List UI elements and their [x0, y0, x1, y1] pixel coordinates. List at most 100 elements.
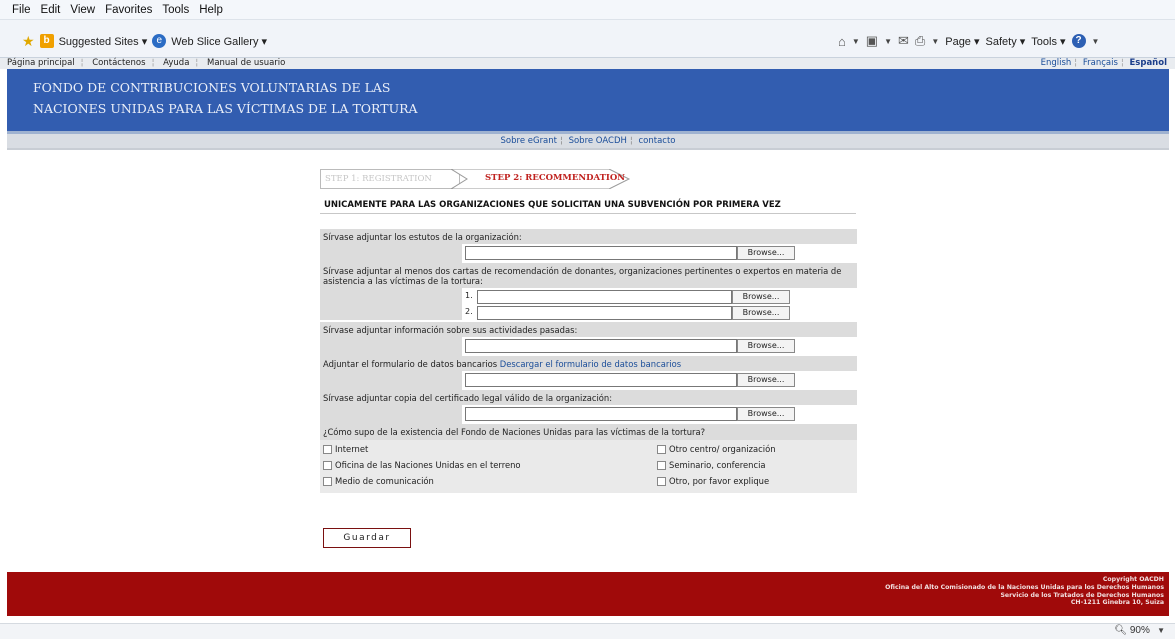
menu-help[interactable]: Help	[199, 4, 223, 16]
footer-copyright: Copyright OACDH	[1102, 576, 1164, 583]
menu-tools[interactable]: Tools	[162, 4, 189, 16]
option-media[interactable]: Medio de comunicación	[323, 476, 434, 486]
certificate-row: Browse...	[320, 405, 857, 424]
other-checkbox[interactable]	[657, 476, 666, 486]
zoom-icon: 🔍︎	[1114, 625, 1128, 636]
option-internet[interactable]: Internet	[323, 444, 368, 454]
lang-spanish-link[interactable]: Español	[1130, 58, 1168, 68]
help-icon[interactable]: ?	[1071, 34, 1086, 48]
seminar-checkbox[interactable]	[657, 460, 666, 470]
option-seminar[interactable]: Seminario, conferencia	[657, 460, 766, 470]
option-other[interactable]: Otro, por favor explique	[657, 476, 769, 486]
print-icon[interactable]: ⎙	[915, 33, 925, 49]
safety-menu-button[interactable]: Safety ▾	[986, 35, 1026, 48]
menu-file[interactable]: File	[12, 4, 31, 16]
help-dropdown-icon[interactable]: ▼	[1092, 37, 1100, 46]
nav-home-link[interactable]: Página principal	[7, 58, 75, 68]
mail-icon[interactable]: ✉	[898, 33, 909, 49]
ie-icon: e	[152, 34, 167, 48]
lang-english-link[interactable]: English	[1041, 58, 1072, 68]
print-dropdown-icon[interactable]: ▼	[931, 37, 939, 46]
other-center-checkbox[interactable]	[657, 444, 666, 454]
letter1-number: 1.	[465, 291, 473, 300]
bank-label-text: Adjuntar el formulario de datos bancario…	[323, 359, 498, 369]
un-office-label: Oficina de las Naciones Unidas en el ter…	[335, 460, 521, 470]
top-navigation: Página principal ¦ Contáctenos ¦ Ayuda ¦ Ma…	[0, 58, 1175, 69]
heading-divider	[320, 213, 856, 214]
nav-help-link[interactable]: Ayuda	[163, 58, 189, 68]
step-recommendation: STEP 2: RECOMMENDATION	[449, 168, 631, 192]
lang-french-link[interactable]: Français	[1083, 58, 1118, 68]
links-divider	[7, 148, 1169, 150]
bank-label: Adjuntar el formulario de datos bancario…	[320, 356, 857, 371]
option-un-office[interactable]: Oficina de las Naciones Unidas en el ter…	[323, 460, 521, 470]
statutes-file-input[interactable]	[465, 246, 737, 260]
certificate-browse-button[interactable]: Browse...	[737, 407, 795, 421]
tools-menu-button[interactable]: Tools ▾	[1031, 35, 1065, 48]
contact-link[interactable]: contacto	[638, 136, 675, 146]
zoom-dropdown-icon[interactable]: ▼	[1153, 626, 1165, 635]
nav-contact-link[interactable]: Contáctenos	[92, 58, 145, 68]
activities-file-input[interactable]	[465, 339, 737, 353]
menu-favorites[interactable]: Favorites	[105, 4, 152, 16]
internet-label: Internet	[335, 444, 369, 454]
about-oacdh-link[interactable]: Sobre OACDH	[569, 136, 627, 146]
bing-icon: b	[39, 34, 54, 48]
feeds-icon[interactable]: ▣	[866, 33, 878, 49]
certificate-file-input[interactable]	[465, 407, 737, 421]
source-options: Internet Oficina de las Naciones Unidas …	[320, 440, 857, 493]
zoom-level: 90%	[1129, 625, 1150, 636]
seminar-label: Seminario, conferencia	[669, 460, 766, 470]
page-heading: UNICAMENTE PARA LAS ORGANIZACIONES QUE S…	[324, 200, 781, 210]
feeds-dropdown-icon[interactable]: ▼	[884, 37, 892, 46]
statutes-row: Browse...	[320, 244, 857, 263]
footer-service: Servicio de los Tratados de Derechos Hum…	[1000, 591, 1164, 599]
other-label: Otro, por favor explique	[669, 476, 770, 486]
letter2-browse-button[interactable]: Browse...	[732, 306, 790, 320]
step-registration[interactable]: STEP 1: REGISTRATION	[320, 169, 460, 189]
bank-file-input[interactable]	[465, 373, 737, 387]
banner-title-line2: NACIONES UNIDAS PARA LAS VÍCTIMAS DE LA …	[33, 101, 418, 116]
letter1-file-input[interactable]	[477, 290, 732, 304]
internet-checkbox[interactable]	[323, 444, 332, 454]
upload-form: Sírvase adjuntar los estutos de la organ…	[320, 229, 857, 493]
home-icon[interactable]: ⌂	[838, 34, 846, 49]
web-slice-gallery-button[interactable]: Web Slice Gallery ▾	[171, 35, 267, 48]
media-checkbox[interactable]	[323, 476, 332, 486]
statutes-label: Sírvase adjuntar los estutos de la organ…	[320, 229, 857, 244]
menu-view[interactable]: View	[70, 4, 95, 16]
statutes-browse-button[interactable]: Browse...	[737, 246, 795, 260]
footer-office: Oficina del Alto Comisionado de la Nacio…	[885, 583, 1164, 591]
save-button[interactable]: Guardar	[323, 528, 411, 548]
letter2-row: 2. Browse...	[320, 304, 857, 320]
source-question: ¿Cómo supo de la existencia del Fondo de…	[320, 424, 857, 440]
menu-edit[interactable]: Edit	[41, 4, 61, 16]
zoom-control[interactable]: 🔍︎ 90% ▼	[1114, 625, 1165, 636]
bank-form-download-link[interactable]: Descargar el formulario de datos bancari…	[500, 359, 681, 369]
suggested-sites-button[interactable]: Suggested Sites ▾	[59, 35, 148, 48]
footer-address: CH-1211 Ginebra 10, Suiza	[1070, 599, 1164, 607]
info-links-bar: Sobre eGrant ¦ Sobre OACDH ¦ contacto	[7, 134, 1169, 148]
favorites-star-icon[interactable]: ★	[22, 34, 35, 48]
certificate-label: Sírvase adjuntar copia del certificado l…	[320, 390, 857, 405]
site-banner: FONDO DE CONTRIBUCIONES VOLUNTARIAS DE L…	[7, 69, 1169, 131]
nav-manual-link[interactable]: Manual de usuario	[207, 58, 285, 68]
un-office-checkbox[interactable]	[323, 460, 332, 470]
letter2-number: 2.	[465, 307, 473, 316]
activities-browse-button[interactable]: Browse...	[737, 339, 795, 353]
about-egrant-link[interactable]: Sobre eGrant	[501, 136, 557, 146]
site-footer: Copyright OACDH Oficina del Alto Comisio…	[7, 572, 1169, 616]
activities-label: Sírvase adjuntar información sobre sus a…	[320, 322, 857, 337]
media-label: Medio de comunicación	[335, 476, 434, 486]
bank-row: Browse...	[320, 371, 857, 390]
letter1-browse-button[interactable]: Browse...	[732, 290, 790, 304]
banner-title-line1: FONDO DE CONTRIBUCIONES VOLUNTARIAS DE L…	[33, 80, 391, 95]
page-menu-button[interactable]: Page ▾	[945, 35, 979, 48]
bank-browse-button[interactable]: Browse...	[737, 373, 795, 387]
home-dropdown-icon[interactable]: ▼	[852, 37, 860, 46]
option-other-center[interactable]: Otro centro/ organización	[657, 444, 776, 454]
letter1-row: 1. Browse...	[320, 288, 857, 304]
letter2-file-input[interactable]	[477, 306, 732, 320]
activities-row: Browse...	[320, 337, 857, 356]
letters-label: Sírvase adjuntar al menos dos cartas de …	[320, 263, 857, 288]
